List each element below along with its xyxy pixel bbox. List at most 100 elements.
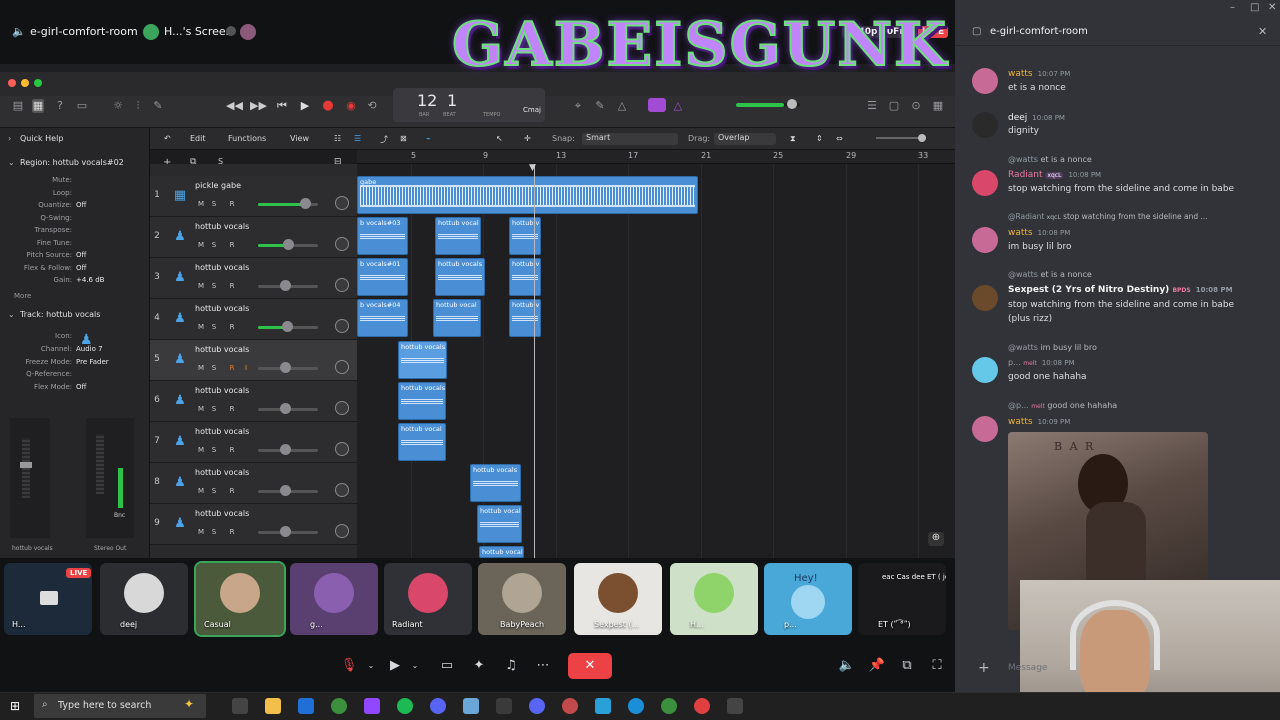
pan-knob[interactable] xyxy=(335,401,349,415)
close-icon[interactable]: ✕ xyxy=(1258,25,1267,38)
window-minimize-icon[interactable]: – xyxy=(1230,2,1235,13)
forward-icon[interactable]: ▶▶ xyxy=(250,99,267,113)
view-menu[interactable]: View xyxy=(290,134,309,143)
volume-knob[interactable] xyxy=(280,362,291,373)
volume-knob[interactable] xyxy=(280,526,291,537)
track-name[interactable]: hottub vocals xyxy=(195,468,249,477)
track-header[interactable]: 1 ▦ pickle gabe M S R xyxy=(150,176,357,217)
inspector-value[interactable]: Off xyxy=(76,251,86,259)
list-editors-icon[interactable]: ☰ xyxy=(866,99,878,113)
record-enable-button[interactable]: R xyxy=(227,487,237,495)
participant-tile[interactable]: eac Cas dee ET ( joh tha dia esti ET (ʺ … xyxy=(858,563,946,635)
pan-knob[interactable] xyxy=(335,524,349,538)
solo-button[interactable]: S xyxy=(209,323,219,331)
message-input[interactable]: Message xyxy=(1008,663,1047,673)
solo-button[interactable]: S xyxy=(209,446,219,454)
reply-preview[interactable]: @Radiant xqcL stop watching from the sid… xyxy=(1008,212,1208,221)
go-to-start-icon[interactable]: ⏮ xyxy=(276,99,288,113)
reply-preview[interactable]: @watts et is a nonce xyxy=(1008,155,1092,164)
audio-region[interactable]: hottub vocal xyxy=(433,299,481,337)
pan-knob[interactable] xyxy=(335,483,349,497)
solo-button[interactable]: S xyxy=(209,528,219,536)
message-author[interactable]: deej 10:08 PM xyxy=(1008,113,1065,123)
record-alt-icon[interactable]: ◉ xyxy=(345,99,357,113)
window-close-icon[interactable]: ✕ xyxy=(1268,2,1276,13)
mute-mic-icon[interactable]: 🎙 xyxy=(338,656,360,676)
pointer-tool-icon[interactable]: ↖ xyxy=(496,134,503,143)
window-maximize-icon[interactable]: □ xyxy=(1250,2,1259,13)
inspector-value[interactable]: Off xyxy=(76,201,86,209)
record-icon[interactable]: ● xyxy=(322,99,334,113)
track-name[interactable]: hottub vocals xyxy=(195,509,249,518)
pan-knob[interactable] xyxy=(335,442,349,456)
inspector-row[interactable]: Mute: xyxy=(0,176,150,188)
rewind-icon[interactable]: ◀◀ xyxy=(226,99,243,113)
reply-preview[interactable]: @watts et is a nonce xyxy=(1008,270,1092,279)
reply-preview[interactable]: @watts im busy lil bro xyxy=(1008,343,1097,352)
more-link[interactable]: More xyxy=(14,292,31,300)
participant-tile-speaking[interactable]: Casual xyxy=(194,561,286,637)
track-header[interactable]: 4 ♟ hottub vocals M S R xyxy=(150,299,357,340)
twitch-icon[interactable] xyxy=(364,698,380,714)
mute-button[interactable]: M xyxy=(196,200,206,208)
inspector-row[interactable]: Pitch Source: Off xyxy=(0,251,150,263)
fullscreen-icon[interactable]: ⛶ xyxy=(926,656,948,676)
spotify-icon[interactable] xyxy=(397,698,413,714)
participant-tile[interactable]: Radiant xyxy=(384,563,472,635)
mixer-icon[interactable]: ⫶ xyxy=(132,99,144,113)
track-header[interactable]: Track: hottub vocals xyxy=(20,310,100,319)
chrome-icon[interactable] xyxy=(694,698,710,714)
smart-controls-icon[interactable]: ☼ xyxy=(112,99,124,113)
mute-button[interactable]: M xyxy=(196,487,206,495)
list-view-icon[interactable]: ☷ xyxy=(334,134,341,143)
track-name[interactable]: hottub vocals xyxy=(195,427,249,436)
pan-knob[interactable] xyxy=(335,360,349,374)
inspector-value[interactable]: Off xyxy=(76,264,86,272)
app-icon[interactable] xyxy=(463,698,479,714)
mute-button[interactable]: M xyxy=(196,528,206,536)
participant-tile-stream[interactable]: LIVE H... xyxy=(4,563,92,635)
telegram-icon[interactable] xyxy=(595,698,611,714)
zoom-icon[interactable]: ⊕ xyxy=(928,532,944,546)
drag-select[interactable]: Overlap xyxy=(714,133,776,145)
edit-menu[interactable]: Edit xyxy=(190,134,206,143)
chrome-icon[interactable] xyxy=(331,698,347,714)
region-header[interactable]: Region: hottub vocals#02 xyxy=(20,158,124,167)
close-window-icon[interactable] xyxy=(8,79,16,87)
pan-knob[interactable] xyxy=(335,237,349,251)
audio-region[interactable]: b vocals#01 xyxy=(357,258,408,296)
participant-tile[interactable]: deej xyxy=(100,563,188,635)
inspector-value[interactable]: Pre Fader xyxy=(76,358,109,366)
audio-region[interactable]: b vocals#03 xyxy=(357,217,408,255)
record-enable-button[interactable]: R xyxy=(227,364,237,372)
audio-region[interactable]: hottub v xyxy=(509,299,541,337)
record-enable-button[interactable]: R xyxy=(227,200,237,208)
track-name[interactable]: hottub vocals xyxy=(195,263,249,272)
track-header[interactable]: 7 ♟ hottub vocals M S R xyxy=(150,422,357,463)
inspector-row[interactable]: Freeze Mode: Pre Fader xyxy=(0,358,150,370)
inspector-row[interactable]: Channel: Audio 7 xyxy=(0,345,150,357)
participant-tile[interactable]: Hey! p... xyxy=(764,563,852,635)
zoom-slider-knob[interactable] xyxy=(918,134,926,142)
inspector-value[interactable]: Off xyxy=(76,383,86,391)
audio-region[interactable]: hottub v xyxy=(509,258,541,296)
inspector-row[interactable]: Q-Reference: xyxy=(0,370,150,382)
windows-start-icon[interactable]: ⊞ xyxy=(10,699,20,713)
inspector-row[interactable]: Quantize: Off xyxy=(0,201,150,213)
avatar[interactable] xyxy=(972,170,998,196)
playhead-handle-icon[interactable]: ▼ xyxy=(529,163,536,173)
avatar[interactable] xyxy=(972,227,998,253)
solo-button[interactable]: S xyxy=(209,282,219,290)
audio-region-selected[interactable]: hottub vocals xyxy=(398,341,447,379)
cycle-icon[interactable]: ⟲ xyxy=(366,99,378,113)
maximize-window-icon[interactable] xyxy=(34,79,42,87)
pin-icon[interactable]: 📌 xyxy=(866,656,888,676)
edge-icon[interactable] xyxy=(628,698,644,714)
participant-tile[interactable]: BabyPeach xyxy=(478,563,566,635)
camera-off-icon[interactable]: ▶ xyxy=(384,656,406,676)
speaker-icon[interactable]: 🔈 xyxy=(12,25,26,38)
inspector-row[interactable]: Loop: xyxy=(0,189,150,201)
record-enable-button[interactable]: R xyxy=(227,282,237,290)
mute-button[interactable]: M xyxy=(196,323,206,331)
inspector-row[interactable]: Q-Swing: xyxy=(0,214,150,226)
